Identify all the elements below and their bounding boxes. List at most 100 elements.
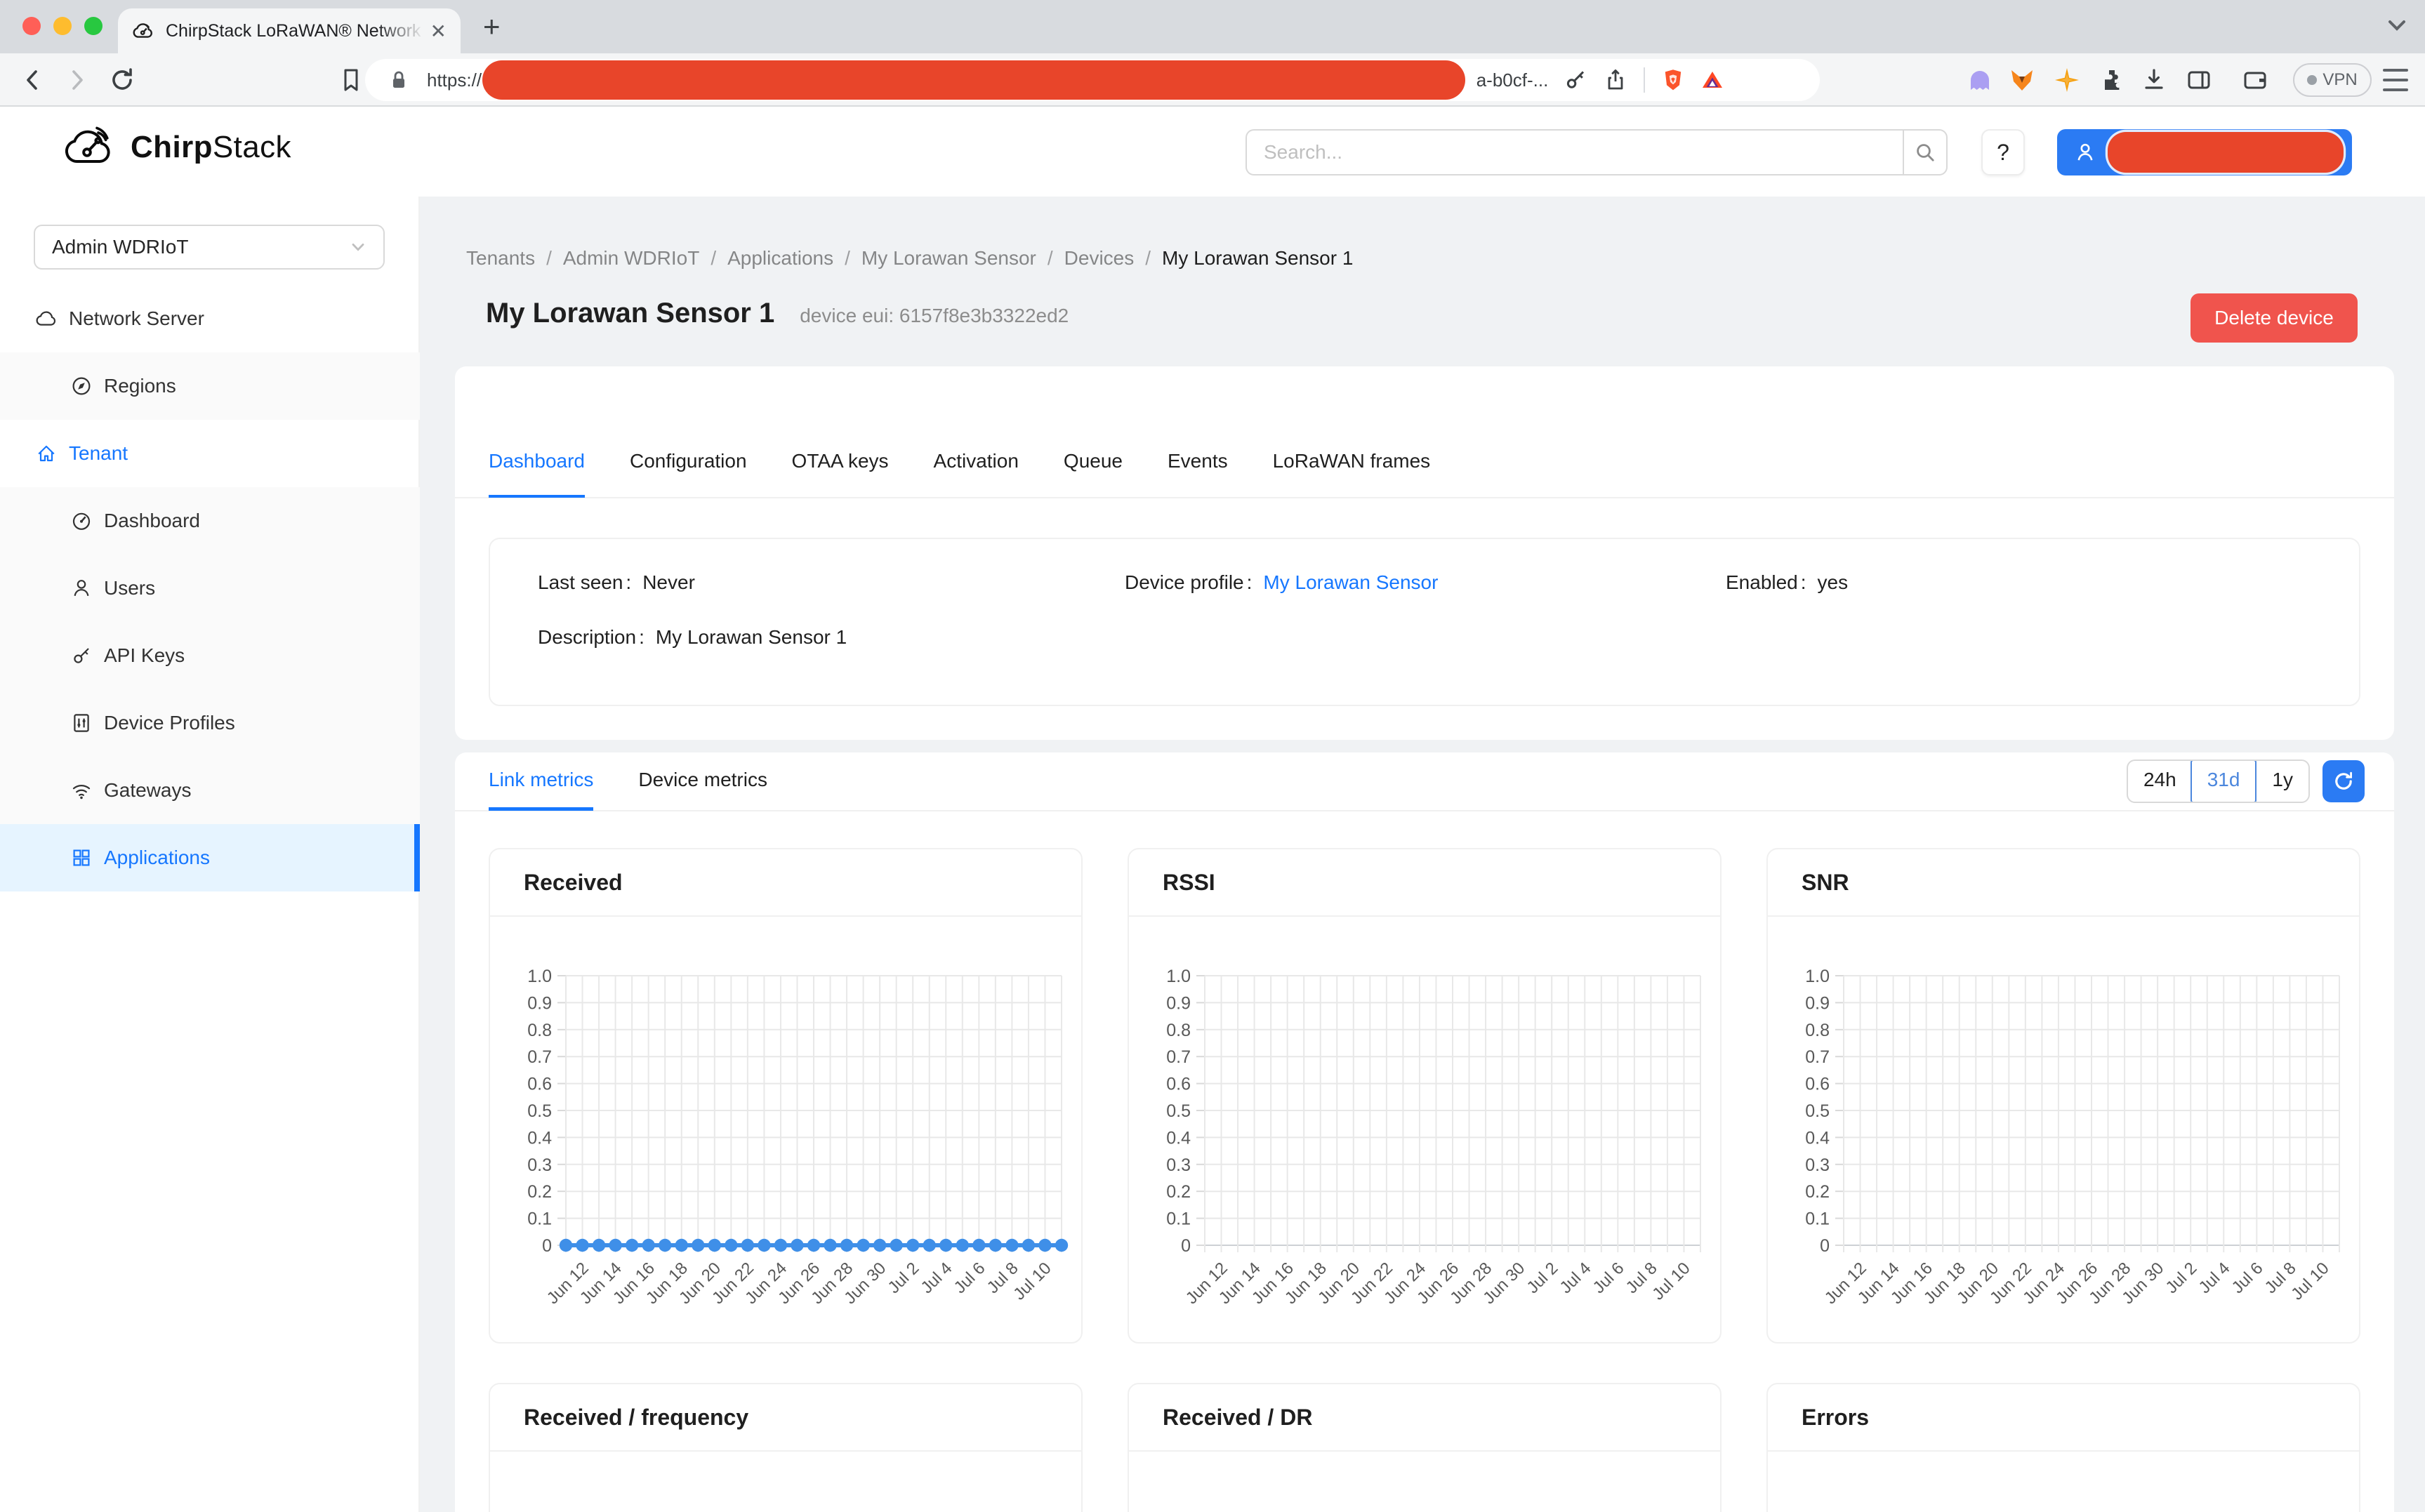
chart-card-snr: SNR1.00.90.80.70.60.50.40.30.20.10Jun 12…: [1766, 848, 2360, 1344]
svg-text:0.6: 0.6: [1805, 1075, 1830, 1094]
range-24h[interactable]: 24h: [2128, 761, 2192, 802]
window-minimize-button[interactable]: [53, 17, 72, 35]
logo-text: ChirpStack: [131, 130, 291, 165]
breadcrumb-item-devices[interactable]: Devices: [1064, 247, 1135, 270]
sidebar-item-label: Tenant: [69, 442, 128, 465]
app-header: ChirpStack ?: [0, 107, 2425, 197]
sidebar-item-device-profiles[interactable]: Device Profiles: [0, 689, 420, 757]
info-label: Device profile: [1125, 571, 1244, 593]
url-redaction: [482, 60, 1465, 100]
phantom-extension-icon[interactable]: [1966, 66, 1994, 94]
tab-link-metrics[interactable]: Link metrics: [489, 752, 593, 811]
sidebar-menu: Network ServerRegions Tenant Dashboard User…: [0, 285, 420, 891]
lock-icon: [386, 67, 411, 93]
svg-text:0.9: 0.9: [527, 993, 552, 1013]
profile-icon: [70, 712, 93, 734]
share-icon[interactable]: [1603, 67, 1628, 93]
search-input[interactable]: [1245, 129, 1903, 175]
url-tail-text: a-b0cf-...: [1476, 69, 1549, 91]
svg-text:0.7: 0.7: [1166, 1047, 1191, 1067]
sidebar-item-label: Device Profiles: [104, 712, 235, 734]
key-icon: [70, 644, 93, 667]
info-label: Enabled: [1726, 571, 1798, 593]
tenant-select[interactable]: Admin WDRIoT: [34, 225, 385, 270]
sidebar-item-api-keys[interactable]: API Keys: [0, 622, 420, 689]
info-enabled: Enabled:yes: [1726, 571, 1848, 594]
svg-text:0.3: 0.3: [1805, 1155, 1830, 1175]
svg-text:0.1: 0.1: [1166, 1209, 1191, 1229]
bat-icon[interactable]: [1700, 67, 1725, 93]
chirpstack-logo[interactable]: ChirpStack: [63, 126, 291, 168]
sidebar-item-tenant[interactable]: Tenant: [0, 420, 420, 487]
tab-device-metrics[interactable]: Device metrics: [638, 752, 767, 811]
wallet-icon[interactable]: [2241, 66, 2269, 94]
tab-otaa-keys[interactable]: OTAA keys: [792, 427, 889, 498]
browser-menu-button[interactable]: [2383, 69, 2408, 91]
range-31d[interactable]: 31d: [2191, 760, 2257, 803]
bookmark-icon[interactable]: [337, 66, 365, 94]
search-button[interactable]: [1903, 129, 1948, 175]
screen: ChirpStack LoRaWAN® Network ✕ + https://…: [0, 0, 2425, 1512]
window-zoom-button[interactable]: [84, 17, 103, 35]
url-scheme-text: https://(: [427, 69, 488, 91]
breadcrumb-item-applications[interactable]: Applications: [727, 247, 833, 270]
sidebar-toggle-icon[interactable]: [2185, 66, 2213, 94]
brave-shield-icon[interactable]: [1660, 67, 1686, 93]
home-icon: [35, 442, 58, 465]
help-button[interactable]: ?: [1981, 129, 2025, 175]
key-icon[interactable]: [1564, 67, 1589, 93]
info-description: Description:My Lorawan Sensor 1: [538, 626, 847, 649]
refresh-button[interactable]: [2322, 760, 2365, 802]
chart-card-received: Received1.00.90.80.70.60.50.40.30.20.10J…: [489, 848, 1083, 1344]
search-icon: [1914, 141, 1936, 164]
chart-title: Received: [524, 870, 623, 896]
sidebar-item-network-server[interactable]: Network Server: [0, 285, 420, 352]
page-title: My Lorawan Sensor 1: [486, 298, 774, 329]
window-close-button[interactable]: [22, 17, 41, 35]
forward-button[interactable]: [62, 65, 93, 95]
metamask-extension-icon[interactable]: [2008, 66, 2036, 94]
info-device-profile: Device profile:My Lorawan Sensor: [1125, 571, 1438, 594]
tab-events[interactable]: Events: [1168, 427, 1228, 498]
vpn-button[interactable]: VPN: [2293, 63, 2372, 97]
downloads-icon[interactable]: [2140, 66, 2168, 94]
sidebar-item-regions[interactable]: Regions: [0, 352, 420, 420]
spark-extension-icon[interactable]: [2053, 66, 2081, 94]
sidebar-item-users[interactable]: Users: [0, 555, 420, 622]
tab-lorawan-frames[interactable]: LoRaWAN frames: [1273, 427, 1431, 498]
breadcrumb-item-my-lorawan-sensor[interactable]: My Lorawan Sensor: [861, 247, 1036, 270]
dashboard-icon: [70, 510, 93, 532]
breadcrumb-item-tenants[interactable]: Tenants: [466, 247, 535, 270]
reload-button[interactable]: [107, 65, 138, 95]
tab-activation[interactable]: Activation: [934, 427, 1019, 498]
breadcrumb-item-admin-wdriot[interactable]: Admin WDRIoT: [563, 247, 699, 270]
chart-title: Errors: [1802, 1405, 1869, 1431]
tab-queue[interactable]: Queue: [1064, 427, 1123, 498]
info-colon: :: [626, 571, 631, 593]
svg-text:0.4: 0.4: [527, 1128, 552, 1148]
new-tab-button[interactable]: +: [483, 6, 501, 48]
user-menu-button[interactable]: [2057, 129, 2352, 175]
global-search: [1245, 129, 1948, 175]
window-controls: [22, 17, 103, 35]
chart-card-body: 1.00.90.80.70.60.50.40.30.20.10Jun 12Jun…: [1129, 917, 1720, 1344]
sidebar-item-label: Dashboard: [104, 510, 200, 532]
tab-close-icon[interactable]: ✕: [430, 20, 447, 43]
back-button[interactable]: [17, 65, 48, 95]
url-bar[interactable]: https://( a-b0cf-...: [365, 59, 1820, 101]
sidebar-item-dashboard[interactable]: Dashboard: [0, 487, 420, 555]
device-profile-link[interactable]: My Lorawan Sensor: [1263, 571, 1438, 593]
tab-dashboard[interactable]: Dashboard: [489, 427, 585, 498]
main-content: Tenants/Admin WDRIoT/Applications/My Lor…: [420, 197, 2425, 1512]
delete-device-button[interactable]: Delete device: [2191, 293, 2358, 343]
svg-text:Jul 6: Jul 6: [2228, 1259, 2267, 1297]
range-1y[interactable]: 1y: [2255, 761, 2308, 802]
tab-configuration[interactable]: Configuration: [630, 427, 747, 498]
chart-card-header: RSSI: [1129, 849, 1720, 917]
sidebar-item-applications[interactable]: Applications: [0, 824, 420, 891]
sidebar-item-gateways[interactable]: Gateways: [0, 757, 420, 824]
tab-search-chevron-icon[interactable]: [2383, 11, 2411, 39]
svg-text:0.4: 0.4: [1166, 1128, 1191, 1148]
extensions-puzzle-icon[interactable]: [2098, 66, 2126, 94]
browser-tab[interactable]: ChirpStack LoRaWAN® Network ✕: [118, 8, 461, 53]
